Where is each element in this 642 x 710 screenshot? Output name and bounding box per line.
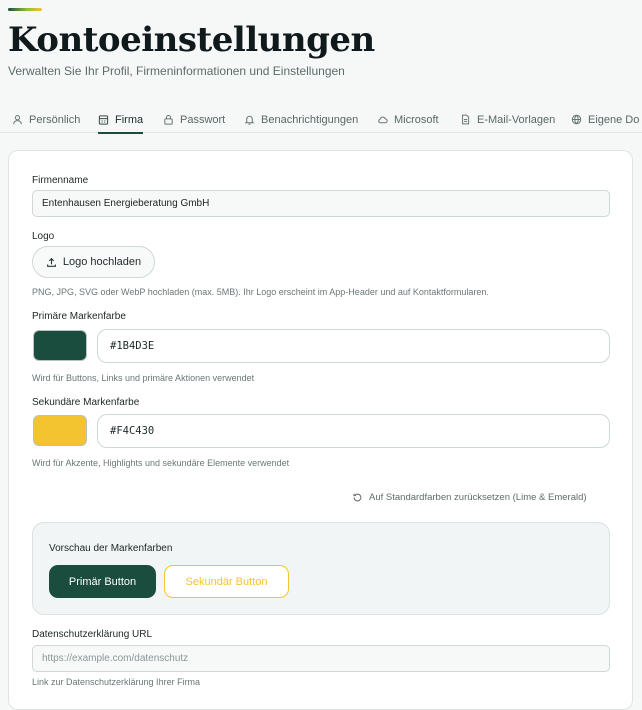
company-name-input[interactable]: Entenhausen Energieberatung GmbH: [32, 190, 610, 217]
company-name-label: Firmenname: [32, 175, 89, 186]
accent-strip: [8, 8, 42, 11]
cloud-icon: [377, 114, 388, 125]
tab-personal-label: Persönlich: [29, 113, 81, 126]
secondary-color-hint: Wird für Akzente, Highlights und sekundä…: [32, 458, 290, 468]
tab-password-label: Passwort: [180, 113, 226, 126]
logo-label: Logo: [32, 231, 55, 242]
globe-icon: [571, 114, 582, 125]
preview-title: Vorschau der Markenfarben: [49, 543, 173, 554]
tab-microsoft[interactable]: Microsoft: [377, 106, 439, 133]
page-title: Kontoeinstellungen: [8, 20, 375, 60]
settings-tabs: Persönlich Firma Passwort Benachrichtigu…: [0, 106, 642, 134]
secondary-color-hex-input[interactable]: #F4C430: [97, 414, 610, 448]
tab-custom-domain-label: Eigene Do: [588, 113, 640, 126]
tab-company[interactable]: Firma: [98, 106, 144, 134]
logo-upload-button[interactable]: Logo hochladen: [32, 246, 155, 278]
tab-company-label: Firma: [115, 113, 144, 126]
tab-email-templates-label: E-Mail-Vorlagen: [477, 113, 556, 126]
primary-color-label: Primäre Markenfarbe: [32, 311, 126, 322]
secondary-color-swatch[interactable]: [33, 415, 87, 446]
tab-custom-domain[interactable]: Eigene Do: [571, 106, 639, 133]
secondary-color-label: Sekundäre Markenfarbe: [32, 397, 140, 408]
primary-color-hex-input[interactable]: #1B4D3E: [97, 329, 610, 363]
privacy-url-input[interactable]: https://example.com/datenschutz: [32, 645, 610, 672]
reset-colors-label: Auf Standardfarben zurücksetzen (Lime & …: [369, 492, 587, 503]
privacy-url-hint: Link zur Datenschutzerklärung Ihrer Firm…: [32, 677, 201, 687]
document-icon: [460, 114, 471, 125]
tab-password[interactable]: Passwort: [163, 106, 225, 133]
logo-hint: PNG, JPG, SVG oder WebP hochladen (max. …: [32, 287, 489, 297]
reset-colors-button[interactable]: Auf Standardfarben zurücksetzen (Lime & …: [352, 492, 587, 503]
tab-microsoft-label: Microsoft: [394, 113, 439, 126]
tab-personal[interactable]: Persönlich: [12, 106, 80, 133]
company-settings-card: Firmenname Entenhausen Energieberatung G…: [8, 150, 633, 710]
lock-icon: [163, 114, 174, 125]
user-icon: [12, 114, 23, 125]
brand-color-preview: Vorschau der Markenfarben Primär Button …: [32, 522, 610, 615]
logo-upload-label: Logo hochladen: [62, 256, 142, 268]
upload-icon: [46, 257, 56, 267]
preview-primary-button[interactable]: Primär Button: [49, 565, 156, 598]
tab-notifications[interactable]: Benachrichtigungen: [244, 106, 358, 133]
page-subtitle: Verwalten Sie Ihr Profil, Firmeninformat…: [8, 64, 345, 78]
tab-email-templates[interactable]: E-Mail-Vorlagen: [460, 106, 555, 133]
reset-icon: [353, 493, 362, 502]
primary-color-hint: Wird für Buttons, Links und primäre Akti…: [32, 373, 255, 383]
primary-color-swatch[interactable]: [33, 330, 87, 361]
privacy-url-label: Datenschutzerklärung URL: [32, 629, 153, 640]
bell-icon: [244, 114, 255, 125]
tab-notifications-label: Benachrichtigungen: [261, 113, 359, 126]
building-icon: [98, 114, 109, 125]
preview-secondary-button[interactable]: Sekundär Button: [164, 565, 289, 598]
